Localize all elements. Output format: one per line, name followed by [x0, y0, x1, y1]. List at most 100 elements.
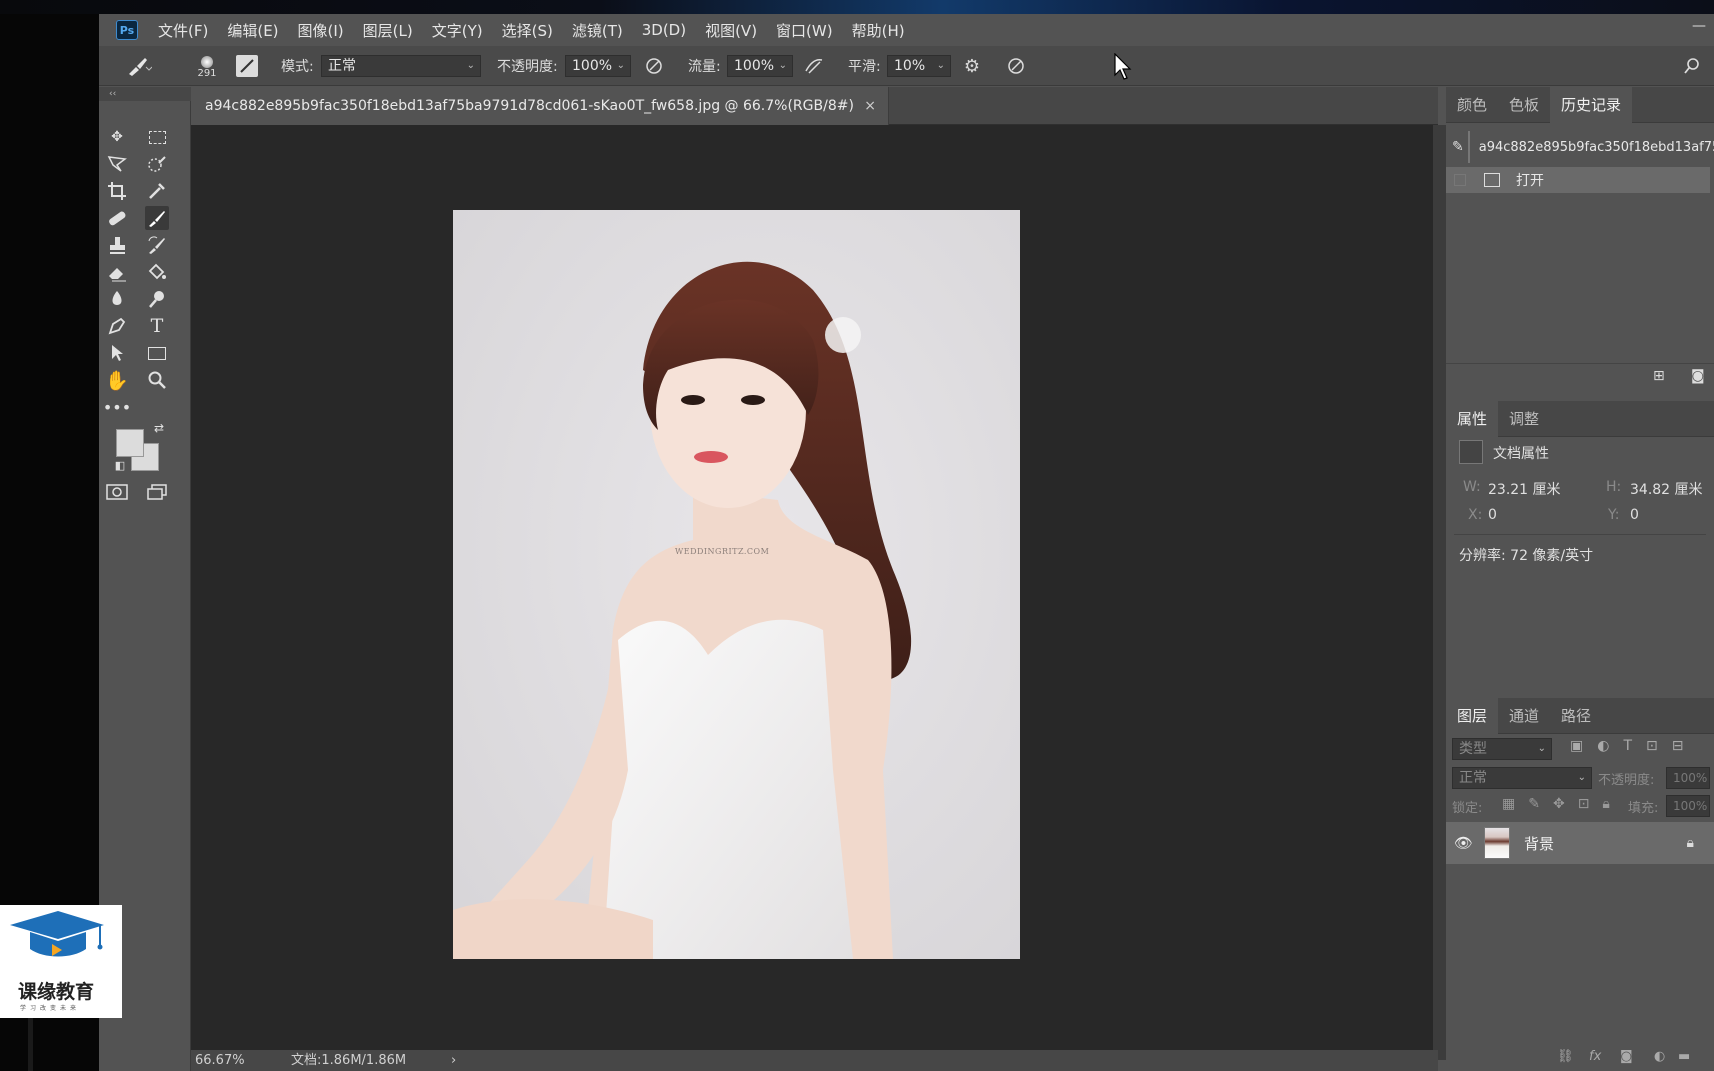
- layer-blend-select[interactable]: 正常 ⌄: [1452, 767, 1592, 789]
- pressure-size-icon[interactable]: [1005, 55, 1027, 77]
- new-document-icon[interactable]: ⊞: [1653, 368, 1665, 384]
- menu-select[interactable]: 选择(S): [502, 20, 553, 41]
- tab-color[interactable]: 颜色: [1446, 87, 1498, 123]
- tab-layers[interactable]: 图层: [1446, 698, 1499, 734]
- tab-paths[interactable]: 路径: [1550, 698, 1602, 734]
- healing-icon[interactable]: [105, 206, 129, 230]
- fill-input[interactable]: 100%: [1666, 795, 1710, 817]
- foreground-color-swatch[interactable]: [116, 429, 144, 457]
- tab-adjustments[interactable]: 调整: [1498, 401, 1550, 437]
- opacity-input[interactable]: 100% ⌄: [565, 55, 631, 77]
- default-colors-icon[interactable]: ◧: [113, 458, 127, 472]
- history-snapshot[interactable]: ✎ a94c882e895b9fac350f18ebd13af75ba...: [1446, 130, 1714, 164]
- brush-icon[interactable]: [145, 206, 169, 230]
- crop-icon[interactable]: [105, 179, 129, 203]
- tab-properties[interactable]: 属性: [1446, 401, 1499, 437]
- mask-icon[interactable]: ◙: [1620, 1049, 1633, 1064]
- tab-channels[interactable]: 通道: [1498, 698, 1550, 734]
- lasso-icon[interactable]: [105, 152, 129, 176]
- marquee-icon[interactable]: [145, 125, 169, 149]
- mode-select[interactable]: 正常 ⌄: [321, 55, 481, 77]
- ps-logo[interactable]: Ps: [116, 20, 138, 40]
- status-menu-arrow[interactable]: ›: [451, 1050, 456, 1071]
- brush-preset-icon[interactable]: [119, 54, 159, 78]
- tab-history[interactable]: 历史记录: [1550, 87, 1633, 123]
- pen-icon[interactable]: [105, 314, 129, 338]
- history-step-checkbox[interactable]: [1454, 174, 1466, 186]
- pressure-opacity-icon[interactable]: [643, 55, 665, 77]
- menu-file[interactable]: 文件(F): [158, 20, 208, 41]
- quick-mask-icon[interactable]: [105, 480, 129, 504]
- folder-icon[interactable]: ▬: [1678, 1049, 1690, 1064]
- layer-filter-select[interactable]: 类型 ⌄: [1452, 738, 1552, 760]
- menu-view[interactable]: 视图(V): [705, 20, 757, 41]
- mode-label: 模式:: [281, 59, 314, 75]
- minimize-button[interactable]: —: [1692, 18, 1706, 34]
- search-icon[interactable]: [1681, 55, 1703, 77]
- close-icon[interactable]: ×: [864, 87, 876, 125]
- right-panels: 颜色 色板 历史记录 ✎ a94c882e895b9fac350f18ebd13…: [1446, 87, 1714, 1071]
- flow-label: 流量:: [688, 59, 721, 75]
- width-value[interactable]: 23.21 厘米: [1488, 479, 1561, 499]
- hand-icon[interactable]: ✋: [105, 368, 129, 392]
- more-icon[interactable]: •••: [103, 395, 131, 419]
- menu-filter[interactable]: 滤镜(T): [572, 20, 623, 41]
- opacity-label: 不透明度:: [497, 59, 558, 75]
- screen-mode-icon[interactable]: [145, 480, 169, 504]
- canvas-image[interactable]: WEDDINGRITZ.COM: [453, 210, 1020, 959]
- camera-icon[interactable]: ◙: [1691, 368, 1705, 384]
- link-icon[interactable]: ⛓: [1557, 1049, 1574, 1064]
- chevron-down-icon[interactable]: ⌄: [937, 56, 945, 76]
- swap-colors-icon[interactable]: ⇄: [151, 420, 167, 436]
- paint-bucket-icon[interactable]: [145, 260, 169, 284]
- type-icon[interactable]: T: [145, 314, 169, 338]
- snapshot-thumbnail: [1467, 131, 1470, 163]
- height-value[interactable]: 34.82 厘米: [1630, 479, 1703, 499]
- lock-icon[interactable]: 🔒︎: [1687, 835, 1694, 851]
- x-value[interactable]: 0: [1488, 507, 1497, 523]
- flow-input[interactable]: 100% ⌄: [727, 55, 793, 77]
- eraser-icon[interactable]: [105, 260, 129, 284]
- history-step-open[interactable]: 打开: [1446, 167, 1710, 193]
- zoom-level[interactable]: 66.67%: [195, 1050, 245, 1071]
- brush-size-picker[interactable]: 291: [183, 50, 231, 84]
- adjustment-icon[interactable]: ◐: [1654, 1049, 1665, 1064]
- smoothing-input[interactable]: 10% ⌄: [887, 55, 951, 77]
- logo-name: 课缘教育: [18, 981, 95, 1003]
- fx-icon[interactable]: fx: [1589, 1049, 1601, 1064]
- menu-type[interactable]: 文字(Y): [432, 20, 483, 41]
- toolbox-collapse[interactable]: ‹‹: [99, 87, 191, 101]
- rectangle-icon[interactable]: [145, 341, 169, 365]
- brush-settings-icon[interactable]: [236, 55, 258, 77]
- stamp-icon[interactable]: [105, 233, 129, 257]
- path-select-icon[interactable]: [105, 341, 129, 365]
- menu-3d[interactable]: 3D(D): [642, 21, 686, 39]
- gear-icon[interactable]: ⚙: [961, 55, 983, 77]
- menu-window[interactable]: 窗口(W): [776, 20, 833, 41]
- blur-icon[interactable]: [105, 287, 129, 311]
- y-value[interactable]: 0: [1630, 507, 1639, 523]
- layer-row-background[interactable]: 👁︎ 背景 🔒︎: [1446, 822, 1714, 864]
- layer-opacity-input[interactable]: 100%: [1666, 767, 1710, 789]
- history-brush-icon[interactable]: [145, 233, 169, 257]
- brush-source-icon[interactable]: ✎: [1452, 139, 1464, 155]
- document-tab[interactable]: a94c882e895b9fac350f18ebd13af75ba9791d78…: [191, 87, 889, 125]
- chevron-down-icon[interactable]: ⌄: [617, 56, 625, 76]
- brush-tip-icon: [201, 55, 213, 68]
- eye-icon[interactable]: 👁︎: [1454, 834, 1478, 852]
- airbrush-icon[interactable]: [802, 55, 826, 77]
- menu-image[interactable]: 图像(I): [298, 20, 344, 41]
- properties-title: 文档属性: [1493, 446, 1549, 462]
- tab-swatches[interactable]: 色板: [1498, 87, 1550, 123]
- menu-edit[interactable]: 编辑(E): [227, 20, 278, 41]
- layer-name[interactable]: 背景: [1524, 833, 1554, 854]
- move-icon[interactable]: ✥: [105, 125, 129, 149]
- menu-layer[interactable]: 图层(L): [363, 20, 413, 41]
- menu-help[interactable]: 帮助(H): [852, 20, 905, 41]
- height-label: H:: [1606, 479, 1622, 495]
- zoom-icon[interactable]: [145, 368, 169, 392]
- chevron-down-icon[interactable]: ⌄: [779, 56, 787, 76]
- eyedropper-icon[interactable]: [145, 179, 169, 203]
- dodge-icon[interactable]: [145, 287, 169, 311]
- quick-select-icon[interactable]: [145, 152, 169, 176]
